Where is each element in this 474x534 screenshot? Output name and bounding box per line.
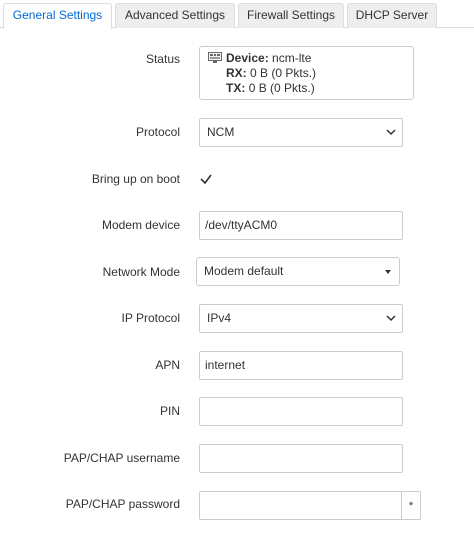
chevron-down-icon — [386, 315, 396, 322]
tab-dhcp-server[interactable]: DHCP Server — [347, 3, 437, 28]
status-tx: TX: 0 B (0 Pkts.) — [226, 81, 315, 95]
modem-device-label: Modem device — [101, 218, 180, 232]
pap-password-label: PAP/CHAP password — [65, 497, 180, 511]
boot-checkbox[interactable] — [199, 172, 213, 186]
pin-label: PIN — [159, 404, 180, 418]
tab-advanced-settings[interactable]: Advanced Settings — [115, 3, 235, 28]
pin-field[interactable] — [199, 397, 403, 426]
apn-label: APN — [155, 358, 180, 372]
pap-username-field[interactable] — [199, 444, 403, 473]
chevron-down-icon — [386, 129, 396, 136]
modem-device-field[interactable]: /dev/ttyACM0 — [199, 211, 403, 240]
status-rx: RX: 0 B (0 Pkts.) — [226, 66, 317, 80]
protocol-select[interactable]: NCM — [199, 118, 403, 147]
ip-protocol-value: IPv4 — [207, 311, 232, 325]
protocol-value: NCM — [207, 125, 235, 139]
tab-general-settings[interactable]: General Settings — [3, 3, 112, 29]
reveal-password-button[interactable]: * — [401, 491, 421, 520]
tab-bar: General Settings Advanced Settings Firew… — [0, 0, 474, 29]
tab-firewall-settings[interactable]: Firewall Settings — [238, 3, 344, 28]
caret-down-icon — [385, 270, 391, 274]
status-label: Status — [145, 52, 180, 66]
network-mode-label: Network Mode — [102, 265, 180, 279]
network-mode-value: Modem default — [204, 264, 284, 278]
apn-field[interactable]: internet — [199, 351, 403, 380]
ip-protocol-label: IP Protocol — [121, 311, 180, 325]
pap-username-label: PAP/CHAP username — [63, 451, 180, 465]
network-interface-icon — [208, 52, 222, 63]
status-box: Device: ncm-lte RX: 0 B (0 Pkts.) TX: 0 … — [199, 46, 414, 100]
network-mode-select[interactable]: Modem default — [196, 257, 400, 286]
status-device: Device: ncm-lte — [226, 51, 312, 65]
protocol-label: Protocol — [135, 125, 180, 139]
pap-password-field[interactable] — [199, 491, 402, 520]
ip-protocol-select[interactable]: IPv4 — [199, 304, 403, 333]
boot-label: Bring up on boot — [91, 172, 180, 186]
